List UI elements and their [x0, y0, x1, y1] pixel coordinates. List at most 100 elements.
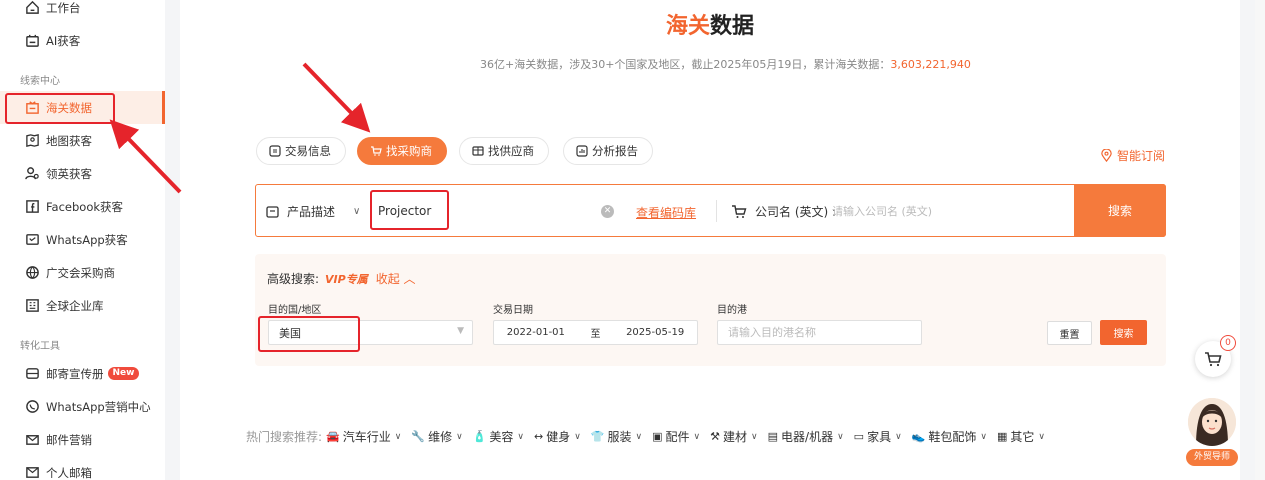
page-subtitle: 36亿+海关数据，涉及30+个国家及地区，截止2025年05月19日，累计海关数… — [480, 58, 971, 71]
hot-cat-shoes-bags[interactable]: 👟 鞋包配饰 ∨ — [912, 428, 987, 445]
hot-cat-building[interactable]: ⚒ 建材 ∨ — [710, 428, 757, 445]
date-label: 交易日期 — [493, 305, 533, 316]
location-pin-icon — [1101, 149, 1112, 162]
sidebar-item-facebook[interactable]: Facebook获客 — [0, 190, 163, 223]
cart-count-badge: 0 — [1220, 335, 1236, 351]
hot-cat-other[interactable]: ▦ 其它 ∨ — [997, 428, 1045, 445]
new-badge: New — [107, 367, 140, 380]
search-button[interactable]: 搜索 — [1074, 184, 1166, 237]
globe-icon — [24, 265, 40, 281]
advisor-avatar — [1188, 398, 1236, 446]
search-type-select[interactable]: 产品描述 ∨ — [266, 203, 360, 220]
chevron-down-icon: ∨ — [751, 431, 758, 442]
grid-icon: ▦ — [997, 430, 1008, 443]
user-search-icon — [24, 166, 40, 182]
product-icon — [266, 206, 279, 218]
sofa-icon: ▭ — [853, 430, 865, 443]
hot-cat-furniture[interactable]: ▭ 家具 ∨ — [854, 428, 902, 445]
hot-cat-accessories[interactable]: ▣ 配件 ∨ — [652, 428, 700, 445]
advanced-search: 高级搜索: VIP专属 收起 ︿ 目的国/地区 交易日期 目的港 美国 ▼ 20… — [255, 254, 1166, 366]
date-to: 2025-05-19 — [626, 327, 685, 338]
cart-outline-icon — [732, 204, 747, 218]
sidebar-item-email-marketing[interactable]: 邮件营销 — [0, 423, 163, 456]
tab-reports[interactable]: 分析报告 — [563, 137, 653, 165]
map-icon — [24, 133, 40, 149]
dumbbell-icon: ↔ — [533, 430, 544, 443]
hot-searches-label: 热门搜索推荐: — [246, 430, 323, 444]
date-from: 2022-01-01 — [506, 327, 565, 338]
accessory-icon: ▣ — [652, 430, 663, 443]
wrench-icon: 🔧 — [411, 430, 426, 443]
advisor-label: 外贸导师 — [1186, 449, 1238, 466]
chevron-down-icon: ∨ — [394, 431, 402, 442]
advanced-search-button[interactable]: 搜索 — [1100, 320, 1147, 345]
sidebar-item-whatsapp[interactable]: WhatsApp获客 — [0, 223, 163, 256]
company-label: 公司名 (英文) : — [731, 203, 836, 220]
company-search-input[interactable] — [832, 197, 1062, 225]
total-count: 3,603,221,940 — [890, 58, 971, 71]
sidebar-item-personal-mail[interactable]: 个人邮箱 — [0, 456, 163, 480]
tab-find-buyers[interactable]: 找采购商 — [357, 137, 447, 165]
brochure-icon — [24, 366, 40, 382]
hot-cat-appliances[interactable]: ▤ 电器/机器 ∨ — [768, 428, 844, 445]
sidebar-item-brochure[interactable]: 邮寄宣传册 New — [0, 357, 163, 390]
hot-cat-fitness[interactable]: ↔ 健身 ∨ — [534, 428, 581, 445]
trade-advisor-widget[interactable]: 外贸导师 — [1186, 398, 1238, 468]
port-input[interactable] — [728, 321, 918, 344]
caret-down-icon: ▼ — [457, 326, 464, 336]
port-field — [717, 320, 922, 345]
chevron-down-icon: ∨ — [574, 431, 581, 442]
sidebar-item-map[interactable]: 地图获客 — [0, 124, 163, 157]
building-icon — [24, 298, 40, 314]
scrollbar[interactable] — [1255, 0, 1265, 480]
cart-icon — [371, 146, 382, 156]
vip-badge: VIP专属 — [325, 272, 368, 286]
tab-find-suppliers[interactable]: 找供应商 — [459, 137, 549, 165]
product-search-input[interactable] — [378, 197, 593, 225]
sidebar-item-whatsapp-marketing[interactable]: WhatsApp营销中心 — [0, 390, 163, 423]
hot-cat-repair[interactable]: 🔧 维修 ∨ — [411, 428, 462, 445]
bottle-icon: 🧴 — [472, 430, 487, 443]
chevron-down-icon: ∨ — [635, 431, 643, 442]
customs-icon — [24, 100, 40, 116]
chevron-down-icon: ∨ — [837, 431, 844, 442]
whatsapp-icon — [24, 399, 40, 415]
group-tools: 转化工具 — [20, 341, 60, 352]
hot-cat-clothing[interactable]: 👕 服装 ∨ — [591, 428, 642, 445]
collapse-toggle[interactable]: 收起 ︿ — [376, 270, 416, 287]
page-title: 海关数据 — [665, 14, 755, 39]
transaction-icon — [269, 145, 281, 157]
sidebar-item-customs[interactable]: 海关数据 — [0, 91, 165, 124]
shirt-icon: 👕 — [590, 430, 605, 443]
tools-icon: ⚒ — [710, 430, 721, 443]
clear-icon[interactable]: ✕ — [601, 205, 614, 218]
smart-subscribe-link[interactable]: 智能订阅 — [1100, 147, 1165, 164]
cart-icon — [1205, 352, 1222, 367]
reset-button[interactable]: 重置 — [1047, 321, 1092, 345]
chevron-down-icon: ∨ — [353, 206, 361, 217]
chevron-down-icon: ∨ — [980, 431, 987, 442]
chevron-down-icon: ∨ — [1038, 431, 1046, 442]
hot-cat-auto[interactable]: 🚘 汽车行业 ∨ — [326, 428, 401, 445]
sidebar: 工作台 AI获客 线索中心 海关数据 地图获客 领英获客 Facebook获客 … — [0, 0, 165, 480]
country-select[interactable]: 美国 ▼ — [268, 320, 473, 345]
main-search-bar: 产品描述 ∨ ✕ 查看编码库 公司名 (英文) : 搜索 — [255, 184, 1166, 237]
sidebar-item-canton-fair[interactable]: 广交会采购商 — [0, 256, 163, 289]
hot-searches: 热门搜索推荐: 🚘 汽车行业 ∨ 🔧 维修 ∨ 🧴 美容 ∨ ↔ 健身 ∨ 👕 服装 ∨ ▣ 配件 ∨ … — [246, 428, 1055, 445]
country-label: 目的国/地区 — [268, 305, 322, 316]
view-code-library-link[interactable]: 查看编码库 — [636, 204, 696, 221]
chevron-down-icon: ∨ — [895, 431, 902, 442]
whatsapp-box-icon — [24, 232, 40, 248]
advanced-search-title: 高级搜索: — [267, 272, 320, 286]
tab-transactions[interactable]: 交易信息 — [256, 137, 346, 165]
port-label: 目的港 — [717, 305, 747, 316]
appliance-icon: ▤ — [767, 430, 779, 443]
chevron-down-icon: ∨ — [693, 431, 701, 442]
sidebar-item-global-companies[interactable]: 全球企业库 — [0, 289, 163, 322]
hot-cat-beauty[interactable]: 🧴 美容 ∨ — [473, 428, 524, 445]
date-range-picker[interactable]: 2022-01-01 至 2025-05-19 — [493, 320, 698, 345]
facebook-icon — [24, 199, 40, 215]
sidebar-item-linkedin[interactable]: 领英获客 — [0, 157, 163, 190]
mail-icon — [24, 465, 40, 480]
divider — [716, 200, 717, 222]
